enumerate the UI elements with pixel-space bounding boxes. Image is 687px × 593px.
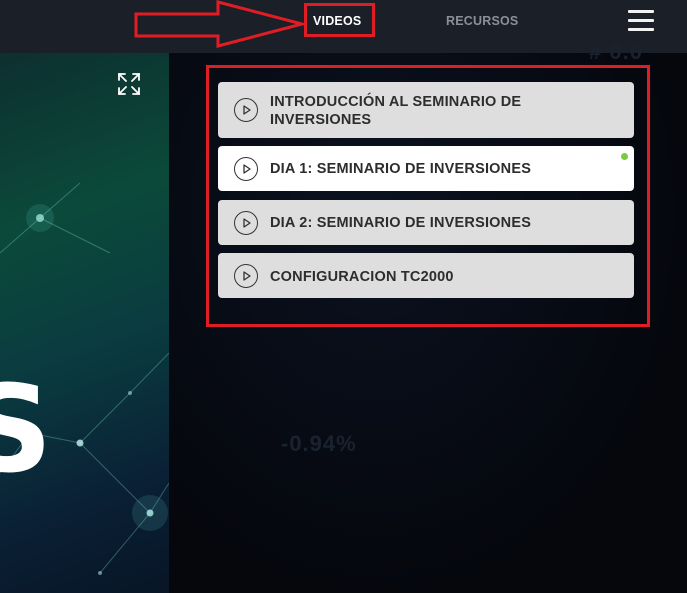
menu-line: [628, 10, 654, 13]
annotation-highlight-videos: [304, 3, 375, 37]
lesson-item[interactable]: INTRODUCCIÓN AL SEMINARIO DE INVERSIONES: [218, 82, 634, 138]
play-icon: [234, 211, 258, 235]
lesson-title: DIA 1: SEMINARIO DE INVERSIONES: [270, 161, 532, 177]
active-status-dot: [621, 153, 628, 160]
hamburger-menu-icon[interactable]: [628, 10, 654, 32]
expand-icon[interactable]: [118, 73, 140, 95]
menu-line: [628, 28, 654, 31]
tab-recursos[interactable]: RECURSOS: [446, 14, 518, 28]
lesson-item[interactable]: DIA 2: SEMINARIO DE INVERSIONES: [218, 200, 634, 245]
lesson-title: DIA 2: SEMINARIO DE INVERSIONES: [270, 215, 532, 231]
play-icon: [234, 264, 258, 288]
lesson-item[interactable]: CONFIGURACION TC2000: [218, 253, 634, 298]
video-overlay-text: S: [0, 361, 53, 500]
lesson-item-active[interactable]: DIA 1: SEMINARIO DE INVERSIONES: [218, 146, 634, 191]
video-player[interactable]: S: [0, 53, 169, 593]
network-graphic: [0, 182, 169, 575]
background-ticker-text: # 0.0: [589, 39, 643, 64]
menu-line: [628, 19, 654, 22]
background-ticker-text: -0.94%: [281, 431, 357, 456]
lesson-title: INTRODUCCIÓN AL SEMINARIO DE INVERSIONES: [270, 94, 522, 128]
play-icon: [234, 157, 258, 181]
play-icon: [234, 98, 258, 122]
annotation-arrow: [134, 0, 308, 48]
lesson-title: CONFIGURACION TC2000: [270, 269, 454, 285]
